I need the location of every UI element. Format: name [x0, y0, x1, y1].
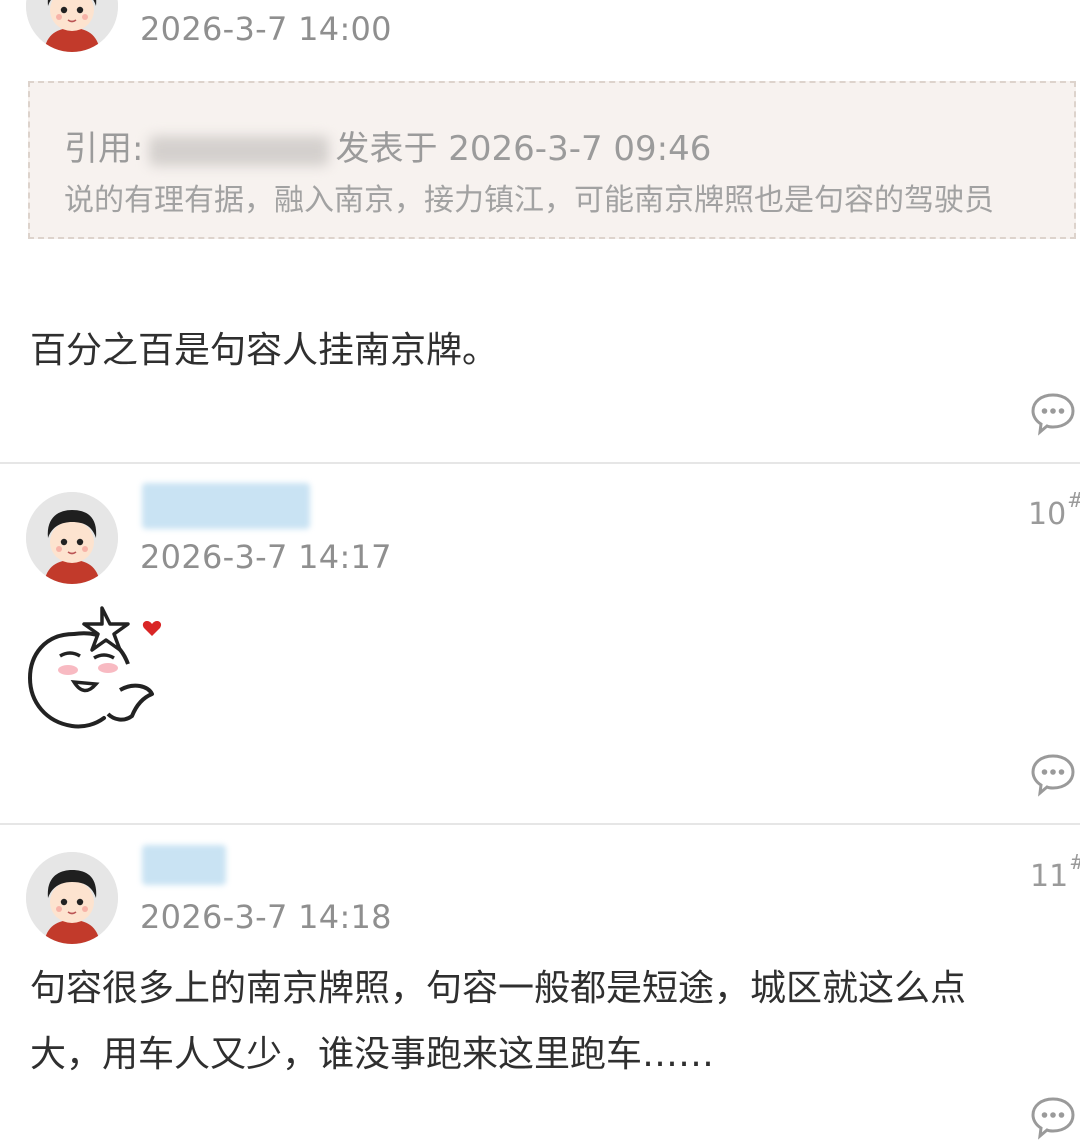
divider: [0, 462, 1080, 464]
divider: [0, 823, 1080, 825]
quote-posted-label: 发表于 2026-3-7 09:46: [335, 129, 712, 169]
post-time: 2026-3-7 14:18: [140, 898, 392, 936]
avatar[interactable]: [26, 492, 118, 584]
reply-button[interactable]: [1030, 391, 1076, 441]
username-blurred[interactable]: [142, 483, 310, 529]
speech-bubble-icon: [1030, 752, 1076, 798]
floor-number: 10#: [1028, 488, 1080, 532]
post-content-line: 句容很多上的南京牌照，句容一般都是短途，城区就这么点: [30, 968, 967, 1009]
username-blurred[interactable]: [142, 845, 226, 885]
post-content-line: 大，用车人又少，谁没事跑来这里跑车……: [30, 1034, 715, 1075]
floor-mark: #: [1067, 488, 1080, 512]
floor-mark: #: [1069, 850, 1080, 874]
speech-bubble-icon: [1030, 1095, 1076, 1141]
quote-author-blurred: [149, 135, 330, 166]
avatar-image: [26, 852, 118, 944]
reply-button[interactable]: [1030, 752, 1076, 802]
avatar-image: [26, 0, 118, 52]
avatar-image: [26, 492, 118, 584]
avatar[interactable]: [26, 0, 118, 52]
sticker-image: [27, 606, 162, 729]
quote-header: 引用: 发表于 2026-3-7 09:46: [64, 121, 711, 170]
floor-number: 11#: [1030, 850, 1080, 894]
reply-button[interactable]: [1030, 1095, 1076, 1145]
floor-number-value: 11: [1030, 859, 1069, 894]
floor-number-value: 10: [1028, 497, 1067, 532]
quote-block: 引用: 发表于 2026-3-7 09:46 说的有理有据，融入南京，接力镇江，可…: [28, 81, 1076, 239]
quote-text: 说的有理有据，融入南京，接力镇江，可能南京牌照也是句容的驾驶员: [64, 183, 994, 218]
quote-prefix: 引用:: [64, 129, 144, 169]
post-time: 2026-3-7 14:17: [140, 538, 392, 576]
post-time: 2026-3-7 14:00: [140, 10, 392, 48]
avatar[interactable]: [26, 852, 118, 944]
speech-bubble-icon: [1030, 391, 1076, 437]
blushing-sticker: [24, 594, 174, 748]
post-content: 百分之百是句容人挂南京牌。: [30, 330, 499, 371]
